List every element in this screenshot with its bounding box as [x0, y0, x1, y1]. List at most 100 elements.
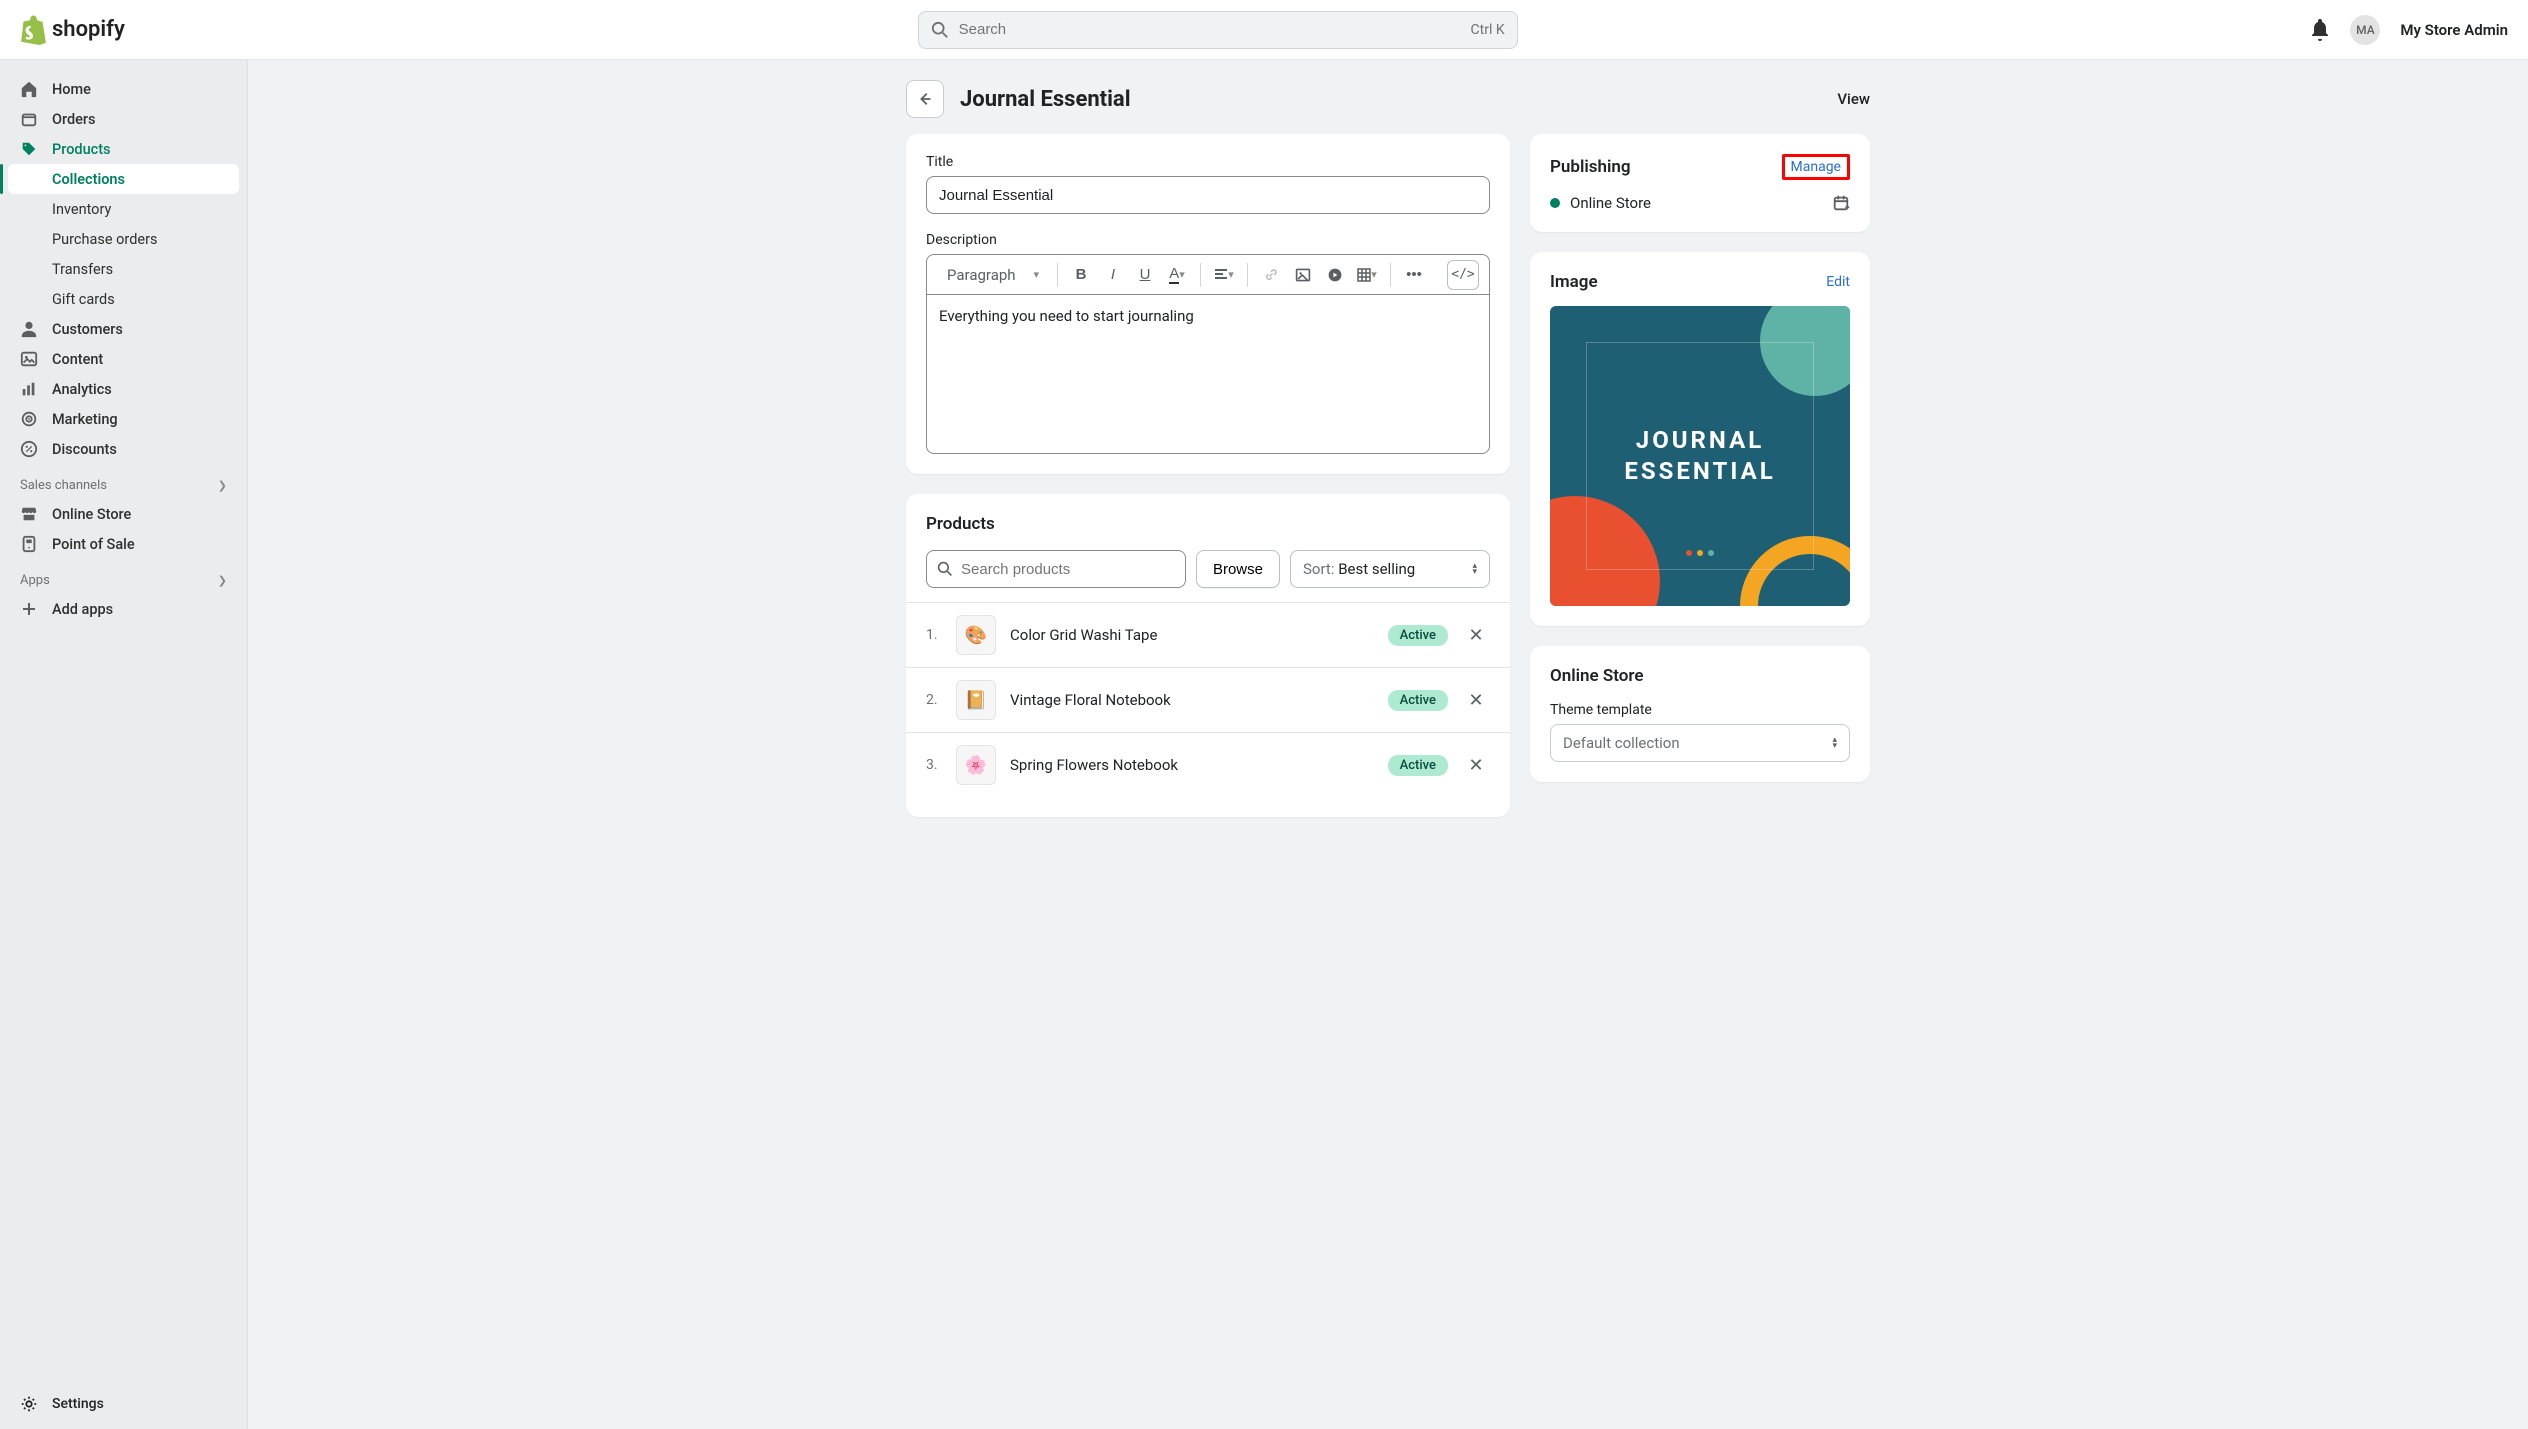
sidebar-item-analytics[interactable]: Analytics [0, 374, 247, 404]
product-row[interactable]: 3.🌸Spring Flowers NotebookActive✕ [906, 733, 1510, 797]
rte-image[interactable] [1288, 260, 1318, 290]
search-shortcut: Ctrl K [1471, 22, 1505, 38]
rte-align[interactable]: ▾ [1209, 260, 1239, 290]
rte-paragraph-select[interactable]: Paragraph ▾ [937, 260, 1049, 290]
orders-icon [20, 110, 38, 128]
status-dot-icon [1550, 198, 1560, 208]
avatar[interactable]: MA [2350, 15, 2380, 45]
search-icon [937, 561, 953, 577]
description-editor[interactable]: Everything you need to start journaling [926, 294, 1490, 454]
status-badge: Active [1388, 690, 1448, 711]
chevron-right-icon: ❯ [218, 574, 227, 587]
sidebar-sub-collections[interactable]: Collections [8, 164, 239, 194]
description-label: Description [926, 232, 1490, 248]
remove-product-button[interactable]: ✕ [1462, 686, 1490, 714]
remove-product-button[interactable]: ✕ [1462, 751, 1490, 779]
rte-link[interactable] [1256, 260, 1286, 290]
image-icon [1295, 267, 1311, 283]
rte-underline[interactable]: U [1130, 260, 1160, 290]
rte-video[interactable] [1320, 260, 1350, 290]
analytics-icon [20, 380, 38, 398]
chevron-right-icon: ❯ [218, 479, 227, 492]
products-card: Products Browse Sort: Best selling ▴▾ 1.… [906, 494, 1510, 817]
rte-table[interactable]: ▾ [1352, 260, 1382, 290]
topbar: shopify Ctrl K MA My Store Admin [0, 0, 2528, 60]
sidebar-item-customers[interactable]: Customers [0, 314, 247, 344]
home-icon [20, 80, 38, 98]
sidebar-sub-purchase-orders[interactable]: Purchase orders [0, 224, 247, 254]
sidebar-item-label: Content [52, 351, 103, 368]
sort-select[interactable]: Sort: Best selling ▴▾ [1290, 550, 1490, 588]
bell-icon[interactable] [2310, 19, 2330, 41]
online-store-title: Online Store [1550, 666, 1850, 686]
sidebar-item-discounts[interactable]: Discounts [0, 434, 247, 464]
sales-channels-header[interactable]: Sales channels ❯ [0, 464, 247, 499]
sidebar-sub-inventory[interactable]: Inventory [0, 194, 247, 224]
view-button[interactable]: View [1837, 90, 1870, 108]
logo[interactable]: shopify [20, 15, 125, 45]
sidebar-item-label: Products [52, 141, 111, 158]
products-icon [20, 140, 38, 158]
template-select[interactable]: Default collection ▴▾ [1550, 724, 1850, 762]
product-thumbnail: 📔 [956, 680, 996, 720]
sidebar-item-products[interactable]: Products [0, 134, 247, 164]
rte-color[interactable]: A ▾ [1162, 260, 1192, 290]
arrow-left-icon [916, 90, 934, 108]
product-number: 3. [926, 757, 942, 773]
content-icon [20, 350, 38, 368]
rte-italic[interactable]: I [1098, 260, 1128, 290]
rte-more[interactable]: ••• [1399, 260, 1429, 290]
main-content: Journal Essential View Title Description… [248, 60, 2528, 1429]
sidebar-sub-gift-cards[interactable]: Gift cards [0, 284, 247, 314]
back-button[interactable] [906, 80, 944, 118]
calendar-schedule-icon[interactable] [1832, 194, 1850, 212]
table-icon [1357, 268, 1371, 282]
product-name: Color Grid Washi Tape [1010, 626, 1374, 644]
browse-button[interactable]: Browse [1196, 550, 1280, 588]
sidebar-item-label: Online Store [52, 506, 131, 523]
title-label: Title [926, 154, 1490, 170]
product-row[interactable]: 2. 📔 Vintage Floral Notebook Active ✕ [906, 668, 1510, 733]
sidebar-sub-transfers[interactable]: Transfers [0, 254, 247, 284]
link-icon [1263, 267, 1279, 283]
search-input[interactable] [959, 21, 1461, 38]
search-icon [931, 21, 949, 39]
product-number: 2. [926, 692, 942, 708]
global-search[interactable]: Ctrl K [918, 11, 1518, 49]
sidebar-item-marketing[interactable]: Marketing [0, 404, 247, 434]
collection-image-preview[interactable]: JOURNAL ESSENTIAL [1550, 306, 1850, 606]
product-row[interactable]: 1.🎨Color Grid Washi TapeActive✕ [906, 603, 1510, 668]
sidebar-channel-online-store[interactable]: Online Store [0, 499, 247, 529]
product-thumbnail: 🎨 [956, 615, 996, 655]
store-icon [20, 505, 38, 523]
sidebar-item-label: Customers [52, 321, 123, 338]
sidebar-item-orders[interactable]: Orders [0, 104, 247, 134]
search-products[interactable] [926, 550, 1186, 588]
edit-image-button[interactable]: Edit [1826, 274, 1850, 290]
sidebar-channel-pos[interactable]: Point of Sale [0, 529, 247, 559]
template-label: Theme template [1550, 702, 1850, 718]
sidebar-add-apps[interactable]: Add apps [0, 594, 247, 624]
sidebar-settings[interactable]: Settings [20, 1395, 227, 1413]
product-list: 1. 🎨 Color Grid Washi Tape Active ✕ 2. 📔 Vintag… [906, 602, 1510, 797]
sidebar: Home Orders Products Collections Invento… [0, 60, 248, 1429]
store-name[interactable]: My Store Admin [2400, 21, 2508, 39]
manage-button[interactable]: Manage [1782, 154, 1850, 180]
product-name: Spring Flowers Notebook [1010, 756, 1374, 774]
sidebar-item-content[interactable]: Content [0, 344, 247, 374]
image-card: Image Edit JOURNAL ESSENTIAL [1530, 252, 1870, 626]
product-number: 1. [926, 627, 942, 643]
product-name: Vintage Floral Notebook [1010, 691, 1374, 709]
rte-code-view[interactable]: </> [1447, 260, 1479, 290]
select-chevron-icon: ▴▾ [1832, 737, 1837, 749]
sidebar-item-label: Orders [52, 111, 96, 128]
search-products-input[interactable] [961, 561, 1175, 578]
publishing-title: Publishing [1550, 157, 1631, 177]
title-input[interactable] [926, 176, 1490, 214]
sidebar-item-label: Home [52, 81, 91, 98]
page-title: Journal Essential [960, 87, 1821, 112]
rte-bold[interactable]: B [1066, 260, 1096, 290]
sidebar-item-home[interactable]: Home [0, 74, 247, 104]
apps-header[interactable]: Apps ❯ [0, 559, 247, 594]
remove-product-button[interactable]: ✕ [1462, 621, 1490, 649]
